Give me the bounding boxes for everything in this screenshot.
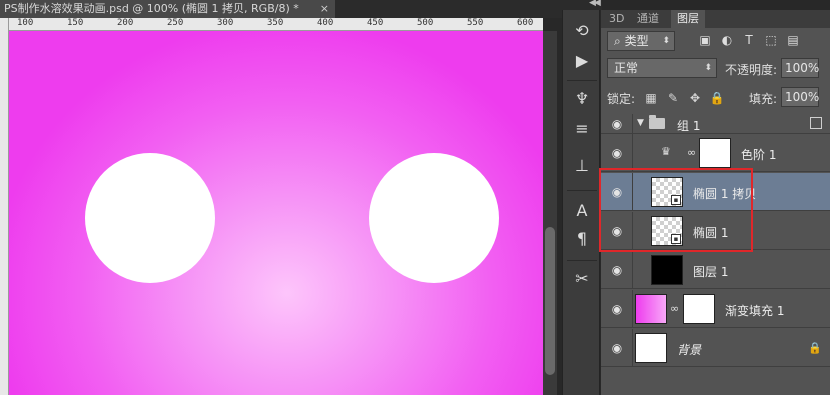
divider xyxy=(567,80,597,81)
link-icon[interactable]: ∞ xyxy=(670,302,679,315)
divider xyxy=(632,290,633,327)
ruler-tick: 150 xyxy=(67,18,84,28)
history-icon[interactable]: ⟲ xyxy=(571,20,593,42)
ruler-tick: 500 xyxy=(417,18,434,28)
chevron-updown-icon: ⬍ xyxy=(662,36,670,46)
fill-value: 100% xyxy=(785,90,820,104)
filter-type-icon[interactable]: T xyxy=(741,32,757,48)
layer-name[interactable]: 图层 1 xyxy=(693,263,728,280)
vertical-ruler[interactable] xyxy=(0,18,9,395)
clone-source-icon[interactable]: ⊥ xyxy=(571,155,593,177)
collapse-panels-icon[interactable]: ◀◀ xyxy=(589,0,601,8)
opacity-label: 不透明度: xyxy=(725,63,778,77)
eye-icon[interactable]: ◉ xyxy=(609,147,625,159)
divider xyxy=(632,329,633,366)
filter-smart-object-icon[interactable]: ▤ xyxy=(785,32,801,48)
filter-pixel-icon[interactable]: ▣ xyxy=(697,32,713,48)
fill-label: 填充: xyxy=(749,92,778,106)
link-icon[interactable]: ∞ xyxy=(687,146,696,159)
white-circle-left xyxy=(85,153,215,283)
divider xyxy=(632,251,633,288)
filter-kind-value: 类型 xyxy=(624,34,649,48)
white-circle-right xyxy=(369,153,499,283)
chevron-updown-icon: ⬍ xyxy=(704,63,712,73)
panel-icon-strip: ⟲ ▶ ♆ ≡ ⊥ A ¶ ✂ xyxy=(562,10,600,395)
layer-row-gradient-fill[interactable]: ◉ ∞ 渐变填充 1 xyxy=(601,290,830,328)
group-indicator-icon xyxy=(810,117,822,129)
annotation-highlight-box xyxy=(599,168,753,252)
canvas-scrollbar[interactable] xyxy=(543,31,557,395)
opacity-value: 100% xyxy=(785,61,820,75)
lock-pixels-icon[interactable]: ✎ xyxy=(665,90,681,106)
adjustments-icon[interactable]: ≡ xyxy=(571,118,593,140)
tab-3d[interactable]: 3D xyxy=(603,10,630,28)
eye-icon[interactable]: ◉ xyxy=(609,264,625,276)
panel-tabs: 3D 通道 图层 xyxy=(601,10,830,28)
ruler-tick: 450 xyxy=(367,18,384,28)
lock-transparent-icon[interactable]: ▦ xyxy=(643,90,659,106)
divider xyxy=(567,190,597,191)
close-icon[interactable]: × xyxy=(320,0,329,18)
play-actions-icon[interactable]: ▶ xyxy=(571,50,593,72)
document-tab-title: PS制作水溶效果动画.psd @ 100% (椭圆 1 拷贝, RGB/8) * xyxy=(4,2,299,15)
layer-row-layer1[interactable]: ◉ 图层 1 xyxy=(601,251,830,289)
blend-mode-select[interactable]: 正常 ⬍ xyxy=(607,58,717,78)
ruler-tick: 350 xyxy=(267,18,284,28)
layer-name[interactable]: 色阶 1 xyxy=(741,146,776,163)
ruler-tick: 100 xyxy=(17,18,34,28)
filter-shape-icon[interactable]: ⬚ xyxy=(763,32,779,48)
ruler-tick: 300 xyxy=(217,18,234,28)
lock-all-icon[interactable]: 🔒 xyxy=(709,90,725,106)
lock-icon: 🔒 xyxy=(808,341,822,354)
layer-thumbnail[interactable] xyxy=(635,333,667,363)
divider xyxy=(632,134,633,171)
layer-row-levels[interactable]: ◉ ♛ ∞ 色阶 1 xyxy=(601,134,830,172)
ruler-tick: 600 xyxy=(517,18,534,28)
character-icon[interactable]: A xyxy=(571,200,593,222)
layer-thumbnail[interactable] xyxy=(651,255,683,285)
layer-row-background[interactable]: ◉ 背景 🔒 xyxy=(601,329,830,367)
levels-adjustment-icon: ♛ xyxy=(661,145,671,158)
document-canvas[interactable] xyxy=(9,31,543,395)
gradient-thumbnail[interactable] xyxy=(635,294,667,324)
search-icon: ⌕ xyxy=(614,34,621,48)
brush-presets-icon[interactable]: ♆ xyxy=(571,88,593,110)
folder-icon xyxy=(649,115,665,129)
divider xyxy=(632,114,633,133)
ruler-tick: 200 xyxy=(117,18,134,28)
scrollbar-thumb[interactable] xyxy=(545,227,555,375)
eye-icon[interactable]: ◉ xyxy=(609,118,625,130)
opacity-field[interactable]: 100% xyxy=(781,58,819,78)
filter-adjustment-icon[interactable]: ◐ xyxy=(719,32,735,48)
eye-icon[interactable]: ◉ xyxy=(609,303,625,315)
layer-mask-thumbnail[interactable] xyxy=(699,138,731,168)
layer-name[interactable]: 背景 xyxy=(677,341,701,358)
tab-layers[interactable]: 图层 xyxy=(671,10,705,28)
document-tab[interactable]: PS制作水溶效果动画.psd @ 100% (椭圆 1 拷贝, RGB/8) *… xyxy=(0,0,335,18)
horizontal-ruler[interactable]: 100 150 200 250 300 350 400 450 500 550 … xyxy=(9,18,543,31)
ruler-tick: 400 xyxy=(317,18,334,28)
filter-kind-select[interactable]: ⌕ 类型 ⬍ xyxy=(607,31,675,51)
layer-mask-thumbnail[interactable] xyxy=(683,294,715,324)
paragraph-icon[interactable]: ¶ xyxy=(571,228,593,250)
lock-position-icon[interactable]: ✥ xyxy=(687,90,703,106)
ruler-tick: 550 xyxy=(467,18,484,28)
eye-icon[interactable]: ◉ xyxy=(609,342,625,354)
tool-presets-icon[interactable]: ✂ xyxy=(571,268,593,290)
layer-name[interactable]: 渐变填充 1 xyxy=(725,302,784,319)
lock-label: 锁定: xyxy=(607,92,636,106)
ruler-tick: 250 xyxy=(167,18,184,28)
document-tab-bar: PS制作水溶效果动画.psd @ 100% (椭圆 1 拷贝, RGB/8) *… xyxy=(0,0,562,18)
divider xyxy=(567,260,597,261)
layer-row-group[interactable]: ◉ ▼ 组 1 xyxy=(601,114,830,134)
fill-field[interactable]: 100% xyxy=(781,87,819,107)
layer-name[interactable]: 组 1 xyxy=(677,117,700,134)
blend-mode-value: 正常 xyxy=(614,61,639,75)
tab-channels[interactable]: 通道 xyxy=(631,10,665,28)
chevron-down-icon[interactable]: ▼ xyxy=(637,118,644,128)
